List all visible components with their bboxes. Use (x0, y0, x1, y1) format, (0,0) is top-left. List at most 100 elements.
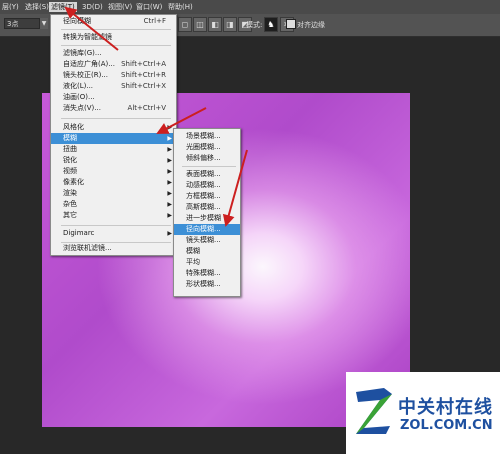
menu-item-label: 模糊 (186, 247, 200, 255)
menu-item-label: 光圈模糊... (186, 143, 221, 151)
menu-item-label: 扭曲 (63, 145, 77, 153)
menu-item-blur[interactable]: 模糊 ▶ (51, 133, 176, 144)
menu-item-label: 倾斜偏移... (186, 154, 221, 162)
watermark-text-en: ZOL.COM.CN (400, 418, 493, 433)
submenu-item-gaussian-blur[interactable]: 高斯模糊... (174, 202, 240, 213)
menu-filter[interactable]: 滤镜(T) (49, 2, 77, 12)
tool-option-icon[interactable]: ◻ (178, 17, 192, 32)
submenu-item-blur[interactable]: 模糊 (174, 246, 240, 257)
menu-item-label: 径向模糊... (186, 225, 221, 233)
menu-item-noise[interactable]: 杂色 ▶ (51, 199, 176, 210)
menu-item-video[interactable]: 视频 ▶ (51, 166, 176, 177)
brush-size-field[interactable]: 3点 (4, 18, 40, 29)
menu-item-label: 平均 (186, 258, 200, 266)
menu-item-label: 场景模糊... (186, 132, 221, 140)
menu-item-label: 镜头模糊... (186, 236, 221, 244)
menu-item-vanishing-point[interactable]: 消失点(V)... Alt+Ctrl+V (51, 103, 176, 114)
menu-item-digimarc[interactable]: Digimarc ▶ (51, 228, 176, 239)
menu-item-label: 模糊 (63, 134, 77, 142)
menu-item-label: 高斯模糊... (186, 203, 221, 211)
tool-option-icon[interactable]: ◨ (223, 17, 237, 32)
menu-item-label: 自适应广角(A)... (63, 60, 115, 68)
submenu-arrow-icon: ▶ (167, 168, 172, 175)
submenu-item-radial-blur[interactable]: 径向模糊... (174, 224, 240, 235)
menu-item-label: 方框模糊... (186, 192, 221, 200)
menu-item-browse-filters-online[interactable]: 浏览联机滤镜... (51, 243, 176, 254)
menu-item-label: 转换为智能滤镜 (63, 33, 112, 41)
menu-item-label: 其它 (63, 211, 77, 219)
align-edges-checkbox[interactable] (286, 19, 296, 29)
submenu-item-lens-blur[interactable]: 镜头模糊... (174, 235, 240, 246)
submenu-item-smart-blur[interactable]: 特殊模糊... (174, 268, 240, 279)
submenu-item-motion-blur[interactable]: 动感模糊... (174, 180, 240, 191)
submenu-item-iris-blur[interactable]: 光圈模糊... (174, 142, 240, 153)
menu-3d[interactable]: 3D(D) (82, 2, 103, 12)
menu-item-last-filter[interactable]: 径向模糊 Ctrl+F (51, 16, 176, 27)
menu-divider (61, 45, 171, 46)
menu-item-pixelate[interactable]: 像素化 ▶ (51, 177, 176, 188)
submenu-arrow-icon: ▶ (167, 212, 172, 219)
submenu-item-blur-more[interactable]: 进一步模糊 (174, 213, 240, 224)
menu-item-shortcut: Shift+Ctrl+X (121, 82, 166, 90)
submenu-item-surface-blur[interactable]: 表面模糊... (174, 169, 240, 180)
menu-view[interactable]: 视图(V) (108, 2, 132, 12)
menu-item-liquify[interactable]: 液化(L)... Shift+Ctrl+X (51, 81, 176, 92)
menu-item-label: 形状模糊... (186, 280, 221, 288)
menu-item-shortcut: Alt+Ctrl+V (127, 104, 166, 112)
submenu-item-shape-blur[interactable]: 形状模糊... (174, 279, 240, 290)
submenu-arrow-icon: ▶ (167, 124, 172, 131)
align-edges-label: 对齐边缘 (297, 21, 325, 29)
menu-bar: 层(Y) 选择(S) 滤镜(T) 3D(D) 视图(V) 窗口(W) 帮助(H) (0, 0, 500, 15)
menu-item-label: 液化(L)... (63, 82, 94, 90)
menu-item-oil-paint[interactable]: 油画(O)... (51, 92, 176, 103)
menu-item-shortcut: Shift+Ctrl+R (121, 71, 166, 79)
menu-item-label: 视频 (63, 167, 77, 175)
menu-item-render[interactable]: 渲染 ▶ (51, 188, 176, 199)
menu-item-label: 风格化 (63, 123, 84, 131)
watermark-text-cn: 中关村在线 (398, 397, 493, 418)
chevron-down-icon[interactable]: ▼ (40, 18, 48, 29)
menu-item-label: 油画(O)... (63, 93, 95, 101)
menu-item-label: 动感模糊... (186, 181, 221, 189)
menu-item-filter-gallery[interactable]: 滤镜库(G)... (51, 48, 176, 59)
mode-label: 模式: (246, 21, 263, 29)
submenu-item-field-blur[interactable]: 场景模糊... (174, 131, 240, 142)
menu-layer[interactable]: 层(Y) (2, 2, 19, 12)
menu-item-label: 特殊模糊... (186, 269, 221, 277)
menu-item-label: 滤镜库(G)... (63, 49, 102, 57)
menu-item-label: Digimarc (63, 229, 95, 237)
menu-item-label: 表面模糊... (186, 170, 221, 178)
submenu-arrow-icon: ▶ (167, 146, 172, 153)
menu-item-stylize[interactable]: 风格化 ▶ (51, 122, 176, 133)
menu-item-label: 像素化 (63, 178, 84, 186)
submenu-arrow-icon: ▶ (167, 135, 172, 142)
menu-item-convert-smart-filter[interactable]: 转换为智能滤镜 (51, 32, 176, 43)
submenu-item-box-blur[interactable]: 方框模糊... (174, 191, 240, 202)
menu-item-label: 径向模糊 (63, 17, 91, 25)
menu-item-distort[interactable]: 扭曲 ▶ (51, 144, 176, 155)
tool-option-icon[interactable]: ◫ (193, 17, 207, 32)
tool-option-icon[interactable]: ◧ (208, 17, 222, 32)
submenu-item-average[interactable]: 平均 (174, 257, 240, 268)
menu-divider (61, 225, 171, 226)
menu-item-shortcut: Shift+Ctrl+A (121, 60, 166, 68)
submenu-arrow-icon: ▶ (167, 157, 172, 164)
menu-divider (182, 166, 236, 167)
zol-logo (356, 388, 392, 434)
menu-item-label: 渲染 (63, 189, 77, 197)
menu-item-other[interactable]: 其它 ▶ (51, 210, 176, 221)
submenu-item-tilt-shift[interactable]: 倾斜偏移... (174, 153, 240, 164)
menu-item-label: 锐化 (63, 156, 77, 164)
menu-window[interactable]: 窗口(W) (136, 2, 162, 12)
blur-submenu: 场景模糊... 光圈模糊... 倾斜偏移... 表面模糊... 动感模糊... … (173, 128, 241, 297)
rabbit-icon[interactable]: ♞ (264, 17, 278, 32)
menu-select[interactable]: 选择(S) (25, 2, 49, 12)
menu-item-lens-correction[interactable]: 镜头校正(R)... Shift+Ctrl+R (51, 70, 176, 81)
submenu-arrow-icon: ▶ (167, 201, 172, 208)
submenu-arrow-icon: ▶ (167, 190, 172, 197)
menu-item-label: 消失点(V)... (63, 104, 101, 112)
menu-item-sharpen[interactable]: 锐化 ▶ (51, 155, 176, 166)
menu-item-adaptive-wide-angle[interactable]: 自适应广角(A)... Shift+Ctrl+A (51, 59, 176, 70)
submenu-arrow-icon: ▶ (167, 179, 172, 186)
menu-help[interactable]: 帮助(H) (168, 2, 193, 12)
